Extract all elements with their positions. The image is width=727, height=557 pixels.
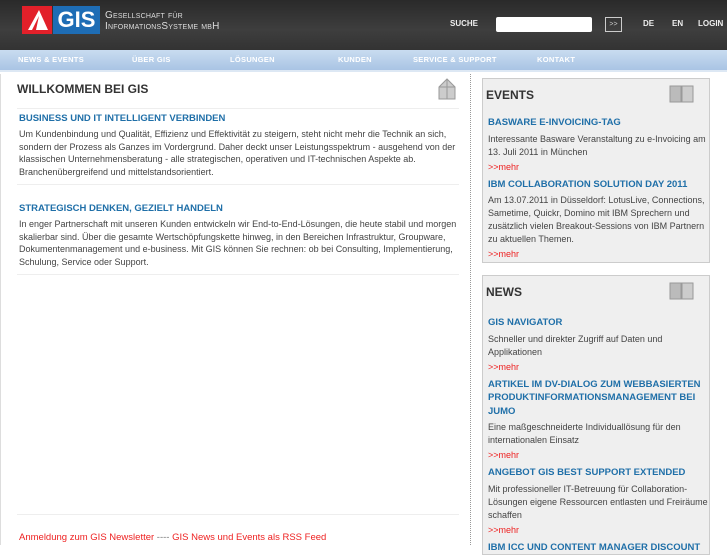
lang-en-link[interactable]: EN [672,19,683,28]
section-title: STRATEGISCH DENKEN, GEZIELT HANDELN [19,203,223,214]
event-title[interactable]: BASWARE E-INVOICING-TAG [488,116,708,130]
divider [17,274,459,275]
search-button[interactable]: >> [605,17,622,32]
nav-ueber-gis[interactable]: ÜBER GIS [132,55,171,64]
rss-link[interactable]: GIS News und Events als RSS Feed [172,532,326,543]
section-body: Um Kundenbindung und Qualität, Effizienz… [19,129,456,177]
news-title: NEWS [486,285,522,299]
book-icon [669,84,695,107]
login-link[interactable]: LOGIN [698,19,723,28]
main-content: WILLKOMMEN BEI GIS BUSINESS UND IT INTEL… [0,74,471,545]
section-body: In enger Partnerschaft mit unseren Kunde… [19,219,457,267]
main-nav: NEWS & EVENTS ÜBER GIS LÖSUNGEN KUNDEN S… [0,50,727,72]
newsletter-link[interactable]: Anmeldung zum GIS Newsletter [19,532,154,543]
header: GIS Gesellschaft für InformationsSysteme … [0,0,727,50]
section-title: BUSINESS UND IT INTELLIGENT VERBINDEN [19,113,226,124]
search-input[interactable] [496,17,592,32]
divider [17,514,459,515]
company-line-2: InformationsSysteme mbH [105,21,220,32]
nav-loesungen[interactable]: LÖSUNGEN [230,55,275,64]
logo[interactable]: GIS [53,6,100,34]
news-item-title[interactable]: IBM ICC UND CONTENT MANAGER DISCOUNT [488,541,708,555]
separator: ---- [154,532,173,543]
company-name: Gesellschaft für InformationsSysteme mbH [105,10,220,32]
news-box: NEWS GIS NAVIGATOR Schneller und direkter… [482,275,710,555]
events-title: EVENTS [486,88,535,102]
news-item-body: Mit professioneller IT-Betreuung für Col… [488,483,708,520]
home-icon[interactable] [435,77,459,104]
nav-news-events[interactable]: NEWS & EVENTS [18,55,84,64]
news-item: ARTIKEL IM DV-DIALOG ZUM WEBBASIERTEN PR… [488,378,708,463]
more-link[interactable]: >>mehr [488,449,708,462]
more-link[interactable]: >>mehr [488,248,708,261]
search-label: SUCHE [450,19,479,28]
event-item: IBM COLLABORATION SOLUTION DAY 2011 Am 13… [488,178,708,262]
event-body: Interessante Basware Veranstaltung zu e-… [488,133,706,157]
news-item-body: Schneller und direkter Zugriff auf Daten… [488,333,663,357]
nav-kunden[interactable]: KUNDEN [338,55,372,64]
events-box: EVENTS BASWARE E-INVOICING-TAG Interessan… [482,78,710,263]
news-item-title[interactable]: GIS NAVIGATOR [488,316,708,330]
company-line-1: Gesellschaft für [105,10,183,21]
event-body: Am 13.07.2011 in Düsseldorf: LotusLive, … [488,195,705,244]
event-title[interactable]: IBM COLLABORATION SOLUTION DAY 2011 [488,178,708,192]
logo-triangle-icon[interactable] [22,6,52,34]
news-item-body: Eine maßgeschneiderte Individuallösung f… [488,422,681,445]
divider [17,184,459,185]
lang-de-link[interactable]: DE [643,19,654,28]
nav-service-support[interactable]: SERVICE & SUPPORT [413,55,497,64]
footer-links: Anmeldung zum GIS Newsletter ---- GIS Ne… [19,532,326,543]
more-link[interactable]: >>mehr [488,161,708,174]
book-icon [669,281,695,304]
divider [17,108,459,109]
page-title: WILLKOMMEN BEI GIS [17,82,149,96]
more-link[interactable]: >>mehr [488,524,708,537]
more-link[interactable]: >>mehr [488,361,708,374]
news-item: GIS NAVIGATOR Schneller und direkter Zugr… [488,316,708,374]
nav-kontakt[interactable]: KONTAKT [537,55,575,64]
event-item: BASWARE E-INVOICING-TAG Interessante Basw… [488,116,708,174]
news-item: ANGEBOT GIS BEST SUPPORT EXTENDED Mit pro… [488,466,708,537]
news-item-title[interactable]: ARTIKEL IM DV-DIALOG ZUM WEBBASIERTEN PR… [488,378,708,419]
news-item: IBM ICC UND CONTENT MANAGER DISCOUNT [488,541,708,555]
news-item-title[interactable]: ANGEBOT GIS BEST SUPPORT EXTENDED [488,466,708,480]
